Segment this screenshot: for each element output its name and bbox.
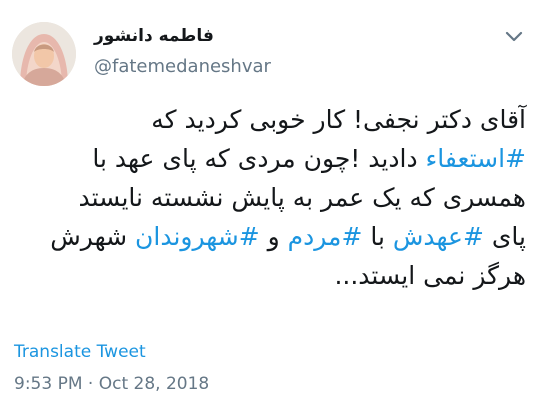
tweet-line: هرگز نمی ایستد... [14, 256, 526, 295]
hashtag-link[interactable]: #مردم [288, 222, 363, 251]
tweet-card: فاطمه دانشور @fatemedaneshvar آقای دکتر … [0, 0, 540, 404]
tweet-text-segment: و [259, 222, 288, 251]
tweet-text: آقای دکتر نجفی! کار خوبی کردید که #استعفا… [14, 100, 526, 295]
tweet-time: 9:53 PM [14, 374, 83, 394]
hashtag-link[interactable]: #عهدش [393, 222, 484, 251]
meta-separator: · [82, 374, 99, 394]
avatar[interactable] [12, 22, 76, 86]
tweet-text-segment: دادید !چون مردی که پای عهد با [92, 144, 426, 173]
tweet-timestamp[interactable]: 9:53 PM · Oct 28, 2018 [14, 374, 209, 394]
tweet-text-segment: آقای دکتر نجفی! کار خوبی کردید که [151, 105, 526, 134]
tweet-text-segment: همسری که یک عمر به پایش نشسته نایستد [78, 183, 526, 212]
tweet-line: آقای دکتر نجفی! کار خوبی کردید که [14, 100, 526, 139]
tweet-text-segment: شهرش [50, 222, 136, 251]
tweet-text-segment: با [362, 222, 393, 251]
translate-tweet-link[interactable]: Translate Tweet [14, 342, 146, 362]
tweet-line: پای #عهدش با #مردم و #شهروندان شهرش [14, 217, 526, 256]
author-handle[interactable]: @fatemedaneshvar [94, 56, 271, 77]
author-name[interactable]: فاطمه دانشور [94, 26, 264, 46]
profile-photo-icon [12, 22, 76, 86]
hashtag-link[interactable]: #شهروندان [135, 222, 260, 251]
tweet-line: همسری که یک عمر به پایش نشسته نایستد [14, 178, 526, 217]
tweet-line: #استعفاء دادید !چون مردی که پای عهد با [14, 139, 526, 178]
tweet-text-segment: هرگز نمی ایستد... [334, 261, 526, 290]
hashtag-link[interactable]: #استعفاء [426, 144, 526, 173]
chevron-down-icon[interactable] [504, 30, 524, 44]
tweet-text-segment: پای [483, 222, 526, 251]
tweet-date: Oct 28, 2018 [98, 374, 210, 394]
